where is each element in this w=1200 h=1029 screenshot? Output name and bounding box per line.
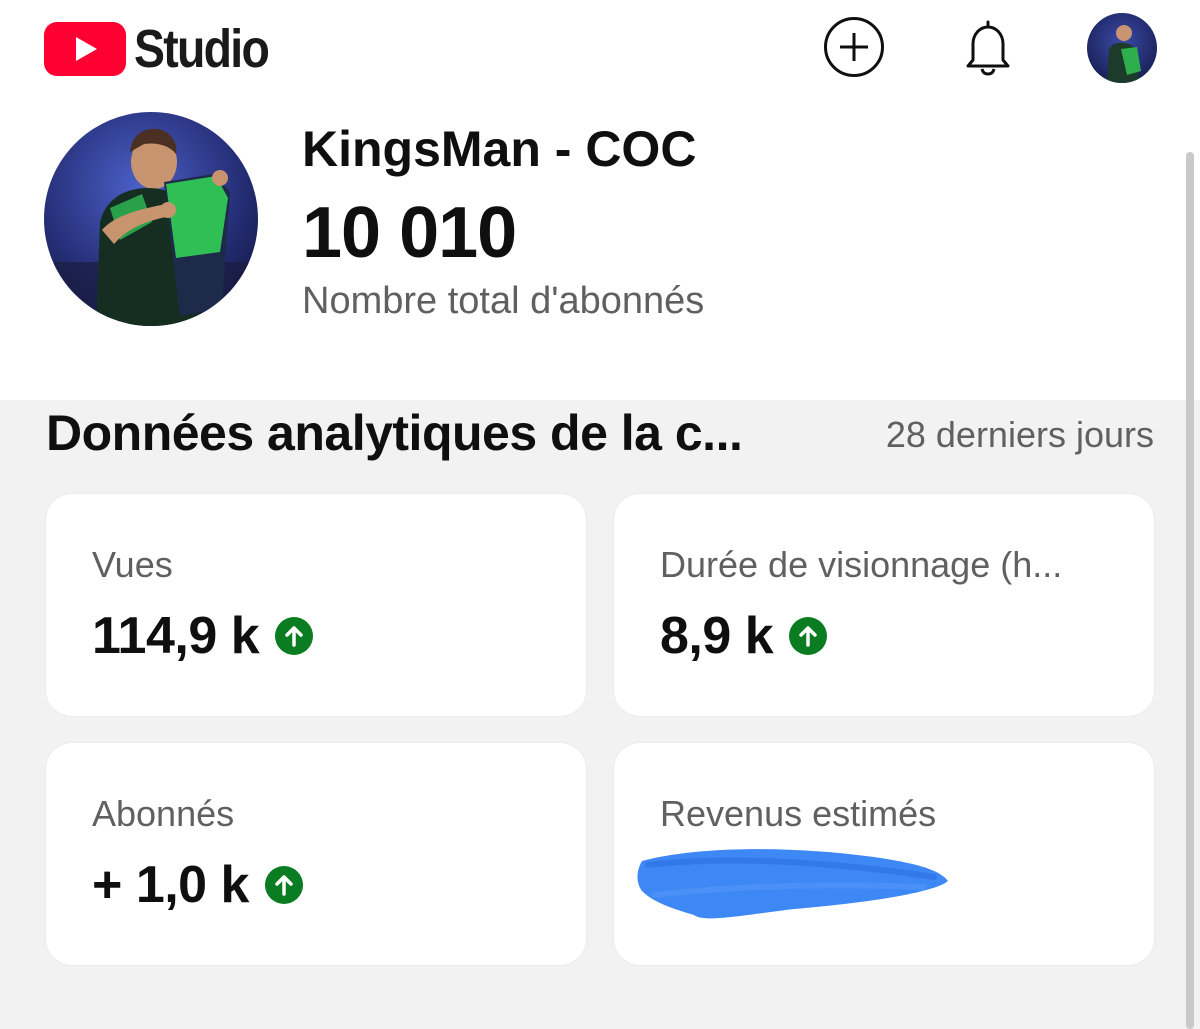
channel-name: KingsMan - COC	[302, 121, 697, 177]
views-card[interactable]: Vues 114,9 k	[46, 494, 586, 716]
channel-avatar[interactable]	[44, 112, 258, 326]
redaction-scribble	[637, 849, 948, 919]
app-name: Studio	[134, 19, 270, 79]
studio-screen: Studio KingsMan - COC 10 010 Nombre tota…	[0, 0, 1200, 1029]
youtube-play-icon	[44, 22, 126, 76]
views-value-row: 114,9 k	[92, 606, 314, 666]
scrollbar[interactable]	[1186, 152, 1194, 1029]
views-value: 114,9 k	[92, 607, 260, 665]
subscribers-value: + 1,0 k	[92, 856, 249, 914]
analytics-period: 28 derniers jours	[885, 414, 1154, 455]
create-button[interactable]	[823, 16, 885, 78]
trend-up-icon	[264, 866, 303, 904]
revenue-card[interactable]: Revenus estimés	[614, 743, 1154, 965]
subscribers-card[interactable]: Abonnés + 1,0 k	[46, 743, 586, 965]
account-avatar-image	[1087, 13, 1157, 83]
subscribers-value-row: + 1,0 k	[92, 855, 303, 915]
subscribers-label: Abonnés	[92, 793, 235, 834]
trend-up-icon	[789, 617, 828, 655]
watch-time-card[interactable]: Durée de visionnage (h... 8,9 k	[614, 494, 1154, 716]
views-label: Vues	[92, 544, 173, 585]
subscriber-label: Nombre total d'abonnés	[302, 280, 705, 322]
channel-avatar-image	[44, 112, 258, 326]
trend-up-icon	[275, 617, 314, 655]
notifications-button[interactable]	[957, 16, 1019, 78]
plus-circle-icon	[824, 17, 884, 77]
subscriber-count: 10 010	[302, 193, 517, 273]
bell-icon	[966, 20, 1010, 76]
account-avatar[interactable]	[1087, 13, 1157, 83]
watch-time-value-row: 8,9 k	[660, 606, 828, 666]
watch-time-value: 8,9 k	[660, 607, 774, 665]
analytics-title[interactable]: Données analytiques de la c...	[46, 404, 743, 462]
revenue-label: Revenus estimés	[660, 793, 937, 834]
watch-time-label: Durée de visionnage (h...	[660, 544, 1063, 585]
youtube-studio-logo[interactable]: Studio	[44, 22, 290, 76]
